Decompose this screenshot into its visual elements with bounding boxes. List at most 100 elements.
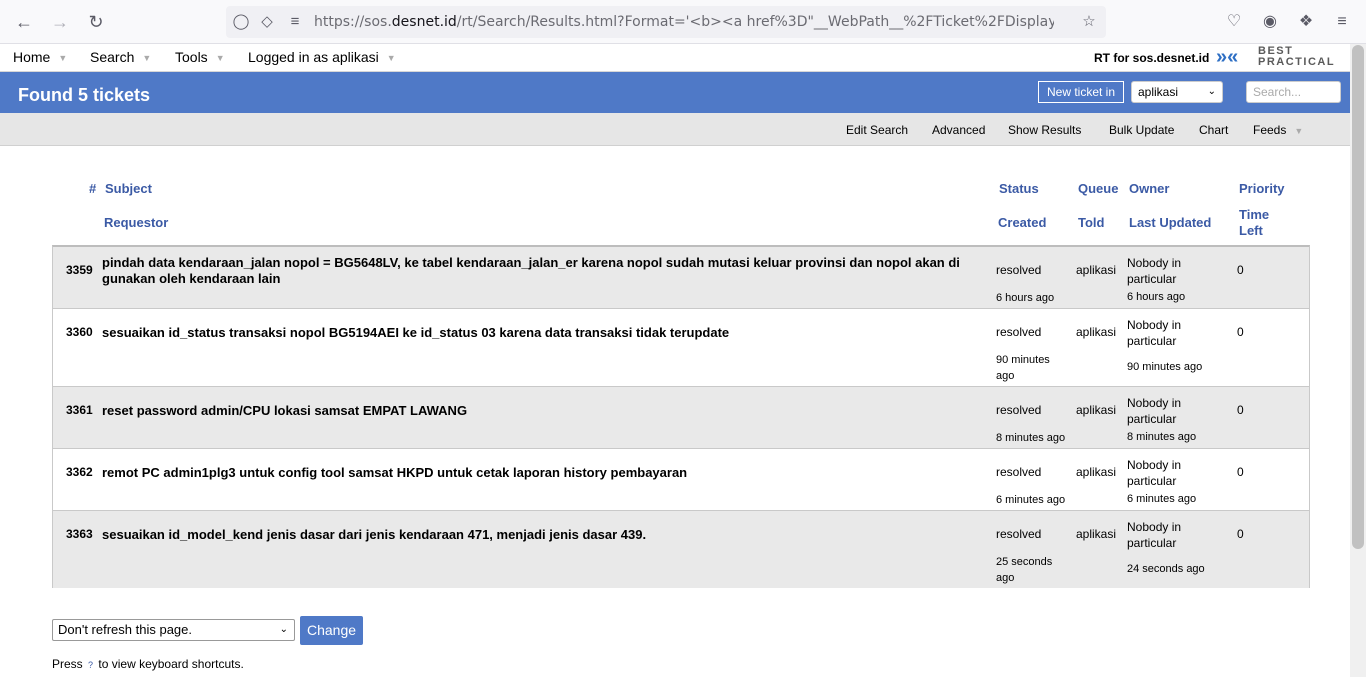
- col-owner[interactable]: Owner: [1129, 181, 1169, 196]
- menu-home[interactable]: Home ▼: [13, 49, 67, 65]
- ticket-queue: aplikasi: [1076, 263, 1117, 277]
- feeds-menu[interactable]: Feeds ▼: [1253, 123, 1303, 137]
- col-created[interactable]: Created: [998, 215, 1046, 230]
- table-row[interactable]: 3362 remot PC admin1plg3 untuk config to…: [53, 449, 1309, 511]
- address-bar[interactable]: ◯ ◇ ≡ https://sos.desnet.id/rt/Search/Re…: [226, 6, 1106, 38]
- ticket-last-updated: 6 hours ago: [1127, 291, 1186, 303]
- ticket-status: resolved: [996, 263, 1042, 277]
- ticket-queue: aplikasi: [1076, 465, 1117, 479]
- ticket-status: resolved: [996, 403, 1042, 417]
- ticket-created: 90 minutes ago: [996, 354, 1050, 382]
- col-queue[interactable]: Queue: [1078, 181, 1118, 196]
- ticket-subject[interactable]: reset password admin/CPU lokasi samsat E…: [102, 403, 982, 419]
- bookmark-star-icon[interactable]: ☆: [1080, 13, 1098, 31]
- ticket-last-updated: 6 minutes ago: [1127, 493, 1197, 505]
- show-results-link[interactable]: Show Results: [1008, 123, 1081, 137]
- forward-arrow-icon[interactable]: →: [48, 10, 72, 34]
- menu-search[interactable]: Search ▼: [90, 49, 151, 65]
- keyboard-hint: Press ? to view keyboard shortcuts.: [52, 657, 244, 671]
- menu-logged-in[interactable]: Logged in as aplikasi ▼: [248, 49, 396, 65]
- back-arrow-icon[interactable]: ←: [12, 10, 36, 34]
- ticket-priority: 0: [1237, 465, 1244, 479]
- ticket-created: 8 minutes ago: [996, 432, 1066, 444]
- chevron-down-icon: ▼: [386, 53, 396, 64]
- ticket-id[interactable]: 3360: [66, 325, 93, 339]
- chevron-down-icon: ⌄: [1207, 86, 1216, 97]
- ticket-owner: Nobody in particular: [1127, 520, 1182, 550]
- ticket-id[interactable]: 3362: [66, 465, 93, 479]
- permissions-icon[interactable]: ≡: [286, 13, 304, 31]
- ticket-created: 6 minutes ago: [996, 494, 1066, 506]
- new-ticket-button[interactable]: New ticket in: [1038, 81, 1124, 103]
- ticket-queue: aplikasi: [1076, 527, 1117, 541]
- chevron-down-icon: ▼: [142, 53, 152, 64]
- ticket-subject[interactable]: pindah data kendaraan_jalan nopol = BG56…: [102, 255, 982, 287]
- col-status[interactable]: Status: [999, 181, 1039, 196]
- ticket-created: 6 hours ago: [996, 292, 1055, 304]
- ticket-subject[interactable]: sesuaikan id_status transaksi nopol BG51…: [102, 325, 982, 341]
- change-button[interactable]: Change: [300, 616, 363, 645]
- ticket-priority: 0: [1237, 403, 1244, 417]
- ticket-id[interactable]: 3359: [66, 263, 93, 277]
- hamburger-menu-icon[interactable]: ≡: [1330, 10, 1354, 34]
- chevron-down-icon: ⌄: [279, 624, 288, 635]
- ticket-id[interactable]: 3361: [66, 403, 93, 417]
- ticket-queue: aplikasi: [1076, 403, 1117, 417]
- ticket-status: resolved: [996, 527, 1042, 541]
- ticket-owner: Nobody in particular: [1127, 318, 1182, 348]
- chart-link[interactable]: Chart: [1199, 123, 1228, 137]
- url-text: https://sos.desnet.id/rt/Search/Results.…: [314, 14, 1054, 30]
- ticket-owner: Nobody in particular: [1127, 396, 1182, 426]
- lock-icon[interactable]: ◇: [258, 13, 276, 31]
- col-requestor[interactable]: Requestor: [104, 215, 168, 230]
- table-row[interactable]: 3360 sesuaikan id_status transaksi nopol…: [53, 309, 1309, 387]
- browser-toolbar: ← → ↻ ◯ ◇ ≡ https://sos.desnet.id/rt/Sea…: [0, 0, 1366, 44]
- chevron-down-icon: ▼: [215, 53, 225, 64]
- scrollbar-thumb[interactable]: [1352, 45, 1364, 549]
- shield-icon[interactable]: ◯: [232, 13, 250, 31]
- ticket-priority: 0: [1237, 325, 1244, 339]
- col-priority[interactable]: Priority: [1239, 181, 1285, 196]
- ticket-priority: 0: [1237, 263, 1244, 277]
- queue-select[interactable]: aplikasi ⌄: [1131, 81, 1223, 103]
- ticket-subject[interactable]: remot PC admin1plg3 untuk config tool sa…: [102, 465, 982, 481]
- ticket-queue: aplikasi: [1076, 325, 1117, 339]
- reload-icon[interactable]: ↻: [84, 10, 108, 34]
- ticket-id[interactable]: 3363: [66, 527, 93, 541]
- ticket-status: resolved: [996, 325, 1042, 339]
- logo-chevrons-icon: »«: [1216, 46, 1239, 68]
- col-subject[interactable]: Subject: [105, 181, 152, 196]
- ticket-last-updated: 8 minutes ago: [1127, 431, 1197, 443]
- ticket-table: 3359 pindah data kendaraan_jalan nopol =…: [52, 245, 1310, 588]
- ticket-last-updated: 24 seconds ago: [1127, 563, 1205, 575]
- ticket-owner: Nobody in particular: [1127, 458, 1182, 488]
- menu-tools[interactable]: Tools ▼: [175, 49, 225, 65]
- col-id[interactable]: #: [89, 181, 96, 196]
- ticket-owner: Nobody in particular: [1127, 256, 1182, 286]
- advanced-link[interactable]: Advanced: [932, 123, 985, 137]
- edit-search-link[interactable]: Edit Search: [846, 123, 908, 137]
- table-row[interactable]: 3359 pindah data kendaraan_jalan nopol =…: [53, 247, 1309, 309]
- bulk-update-link[interactable]: Bulk Update: [1109, 123, 1174, 137]
- chevron-down-icon: ▼: [58, 53, 68, 64]
- table-row[interactable]: 3363 sesuaikan id_model_kend jenis dasar…: [53, 511, 1309, 588]
- col-told[interactable]: Told: [1078, 215, 1104, 230]
- pocket-icon[interactable]: ♡: [1222, 10, 1246, 34]
- main-menu: Home ▼ Search ▼ Tools ▼ Logged in as aplika…: [0, 44, 1350, 72]
- extensions-icon[interactable]: ❖: [1294, 10, 1318, 34]
- ticket-priority: 0: [1237, 527, 1244, 541]
- best-practical-logo[interactable]: »« BEST PRACTICAL: [1216, 46, 1346, 70]
- ticket-status: resolved: [996, 465, 1042, 479]
- account-icon[interactable]: ◉: [1258, 10, 1282, 34]
- page-scrollbar[interactable]: [1350, 44, 1366, 677]
- col-last-updated[interactable]: Last Updated: [1129, 215, 1211, 230]
- col-time-left[interactable]: Time Left: [1239, 207, 1269, 239]
- page-menu: Edit Search Advanced Show Results Bulk U…: [0, 113, 1350, 146]
- page-header: Found 5 tickets New ticket in aplikasi ⌄ …: [0, 72, 1350, 113]
- page-title: Found 5 tickets: [18, 85, 151, 105]
- search-input[interactable]: Search...: [1246, 81, 1341, 103]
- table-row[interactable]: 3361 reset password admin/CPU lokasi sam…: [53, 387, 1309, 449]
- ticket-subject[interactable]: sesuaikan id_model_kend jenis dasar dari…: [102, 527, 982, 543]
- site-name: RT for sos.desnet.id: [1094, 51, 1210, 65]
- refresh-select[interactable]: Don't refresh this page. ⌄: [52, 619, 295, 641]
